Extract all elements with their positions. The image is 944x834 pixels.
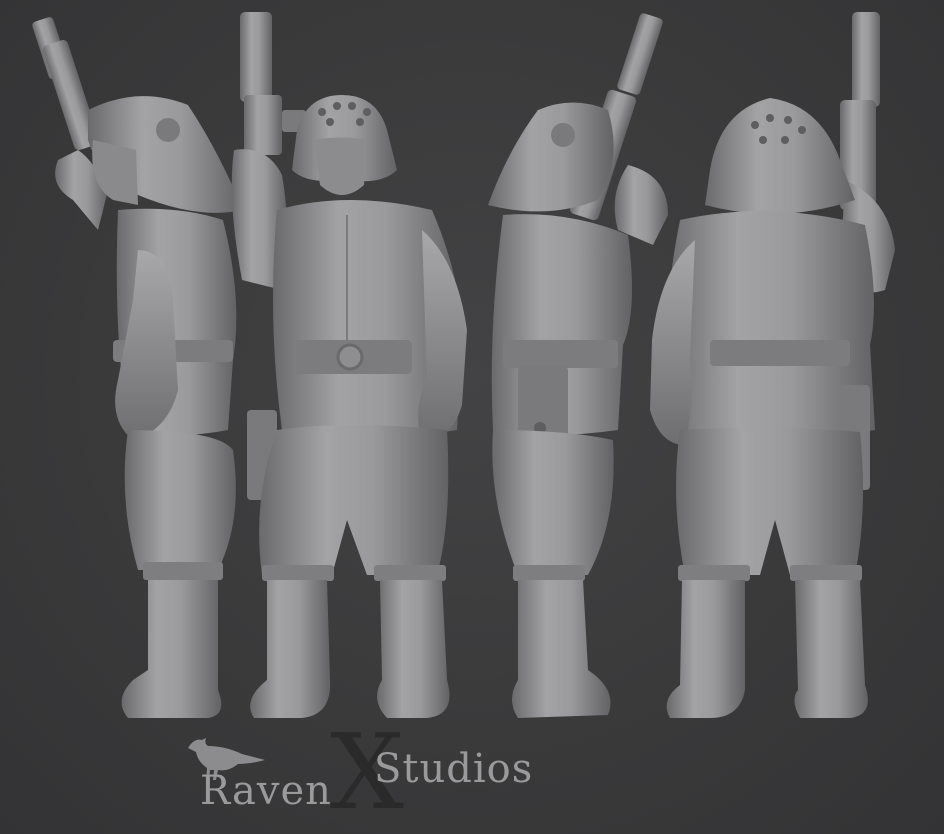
figure-front-view: [222, 0, 477, 730]
logo-raven-text: Raven: [200, 768, 332, 814]
figure-side-view-left: [18, 0, 253, 730]
figure-back-view: [640, 0, 900, 730]
logo-studios-text: Studios: [374, 746, 534, 792]
ravenx-studios-logo: X Raven Studios: [180, 720, 560, 826]
render-canvas: X Raven Studios: [0, 0, 944, 834]
